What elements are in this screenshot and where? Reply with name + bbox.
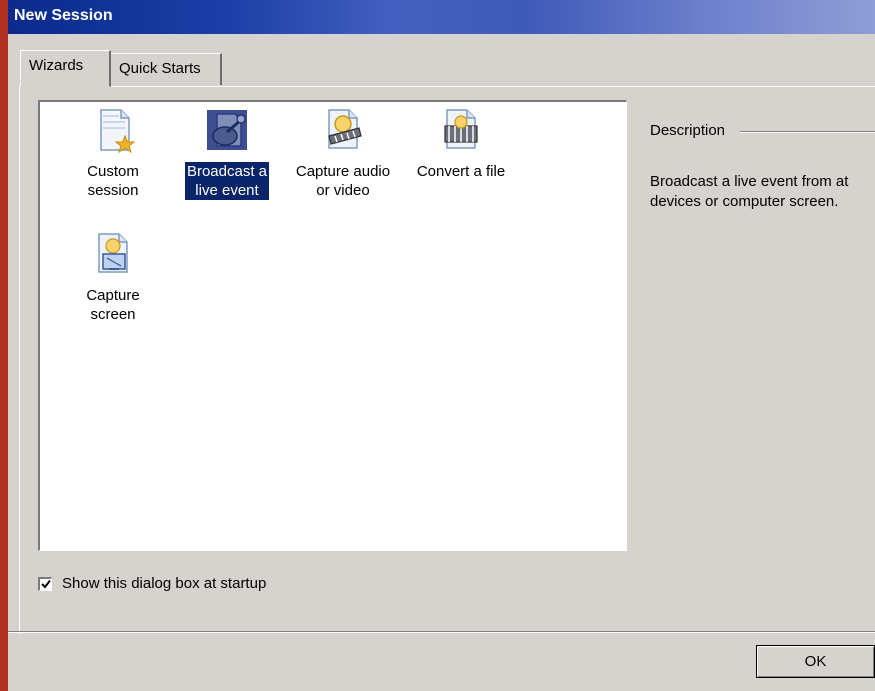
description-header: Description	[650, 122, 726, 139]
wizard-item-capture-audio-video[interactable]: Capture audio or video	[288, 106, 398, 200]
wizard-icon-list[interactable]: Custom session Broadcast a live event Ca…	[38, 100, 627, 551]
tab-wizards-label: Wizards	[29, 57, 84, 74]
tab-quick-starts[interactable]: Quick Starts	[110, 53, 222, 85]
wizard-label-capture-audio-video: Capture audio or video	[295, 163, 391, 199]
wizard-item-broadcast-live-event[interactable]: Broadcast a live event	[172, 106, 282, 200]
capture-screen-icon	[98, 233, 128, 273]
window-title: New Session	[14, 7, 113, 24]
dialog-window: New Session Wizards Quick Starts Custom s…	[0, 0, 875, 691]
bottom-separator	[8, 631, 875, 633]
convert-file-icon	[444, 109, 478, 149]
tab-quick-starts-label: Quick Starts	[119, 60, 201, 77]
checkmark-icon	[40, 579, 51, 589]
ok-button[interactable]: OK	[756, 645, 875, 678]
custom-session-icon	[100, 109, 136, 154]
checkbox-box[interactable]	[38, 576, 52, 591]
wizard-label-custom-session: Custom session	[87, 163, 139, 199]
broadcast-icon	[207, 110, 247, 150]
show-at-startup-label: Show this dialog box at startup	[62, 575, 267, 592]
wizard-item-convert-file[interactable]: Convert a file	[406, 106, 516, 181]
description-divider	[740, 131, 875, 133]
wizard-label-convert-file: Convert a file	[416, 163, 506, 180]
description-text: Broadcast a live event from at devices or…	[650, 173, 849, 210]
show-at-startup-checkbox[interactable]: Show this dialog box at startup	[38, 575, 266, 592]
window-frame-edge	[0, 0, 8, 691]
wizard-item-capture-screen[interactable]: Capture screen	[58, 230, 168, 324]
tab-wizards[interactable]: Wizards	[20, 50, 111, 87]
wizard-item-custom-session[interactable]: Custom session	[58, 106, 168, 200]
wizard-label-broadcast-live-event: Broadcast a live event	[184, 162, 270, 200]
title-bar[interactable]: New Session	[8, 0, 875, 34]
capture-audio-video-icon	[328, 109, 362, 149]
wizard-label-capture-screen: Capture screen	[86, 287, 140, 323]
